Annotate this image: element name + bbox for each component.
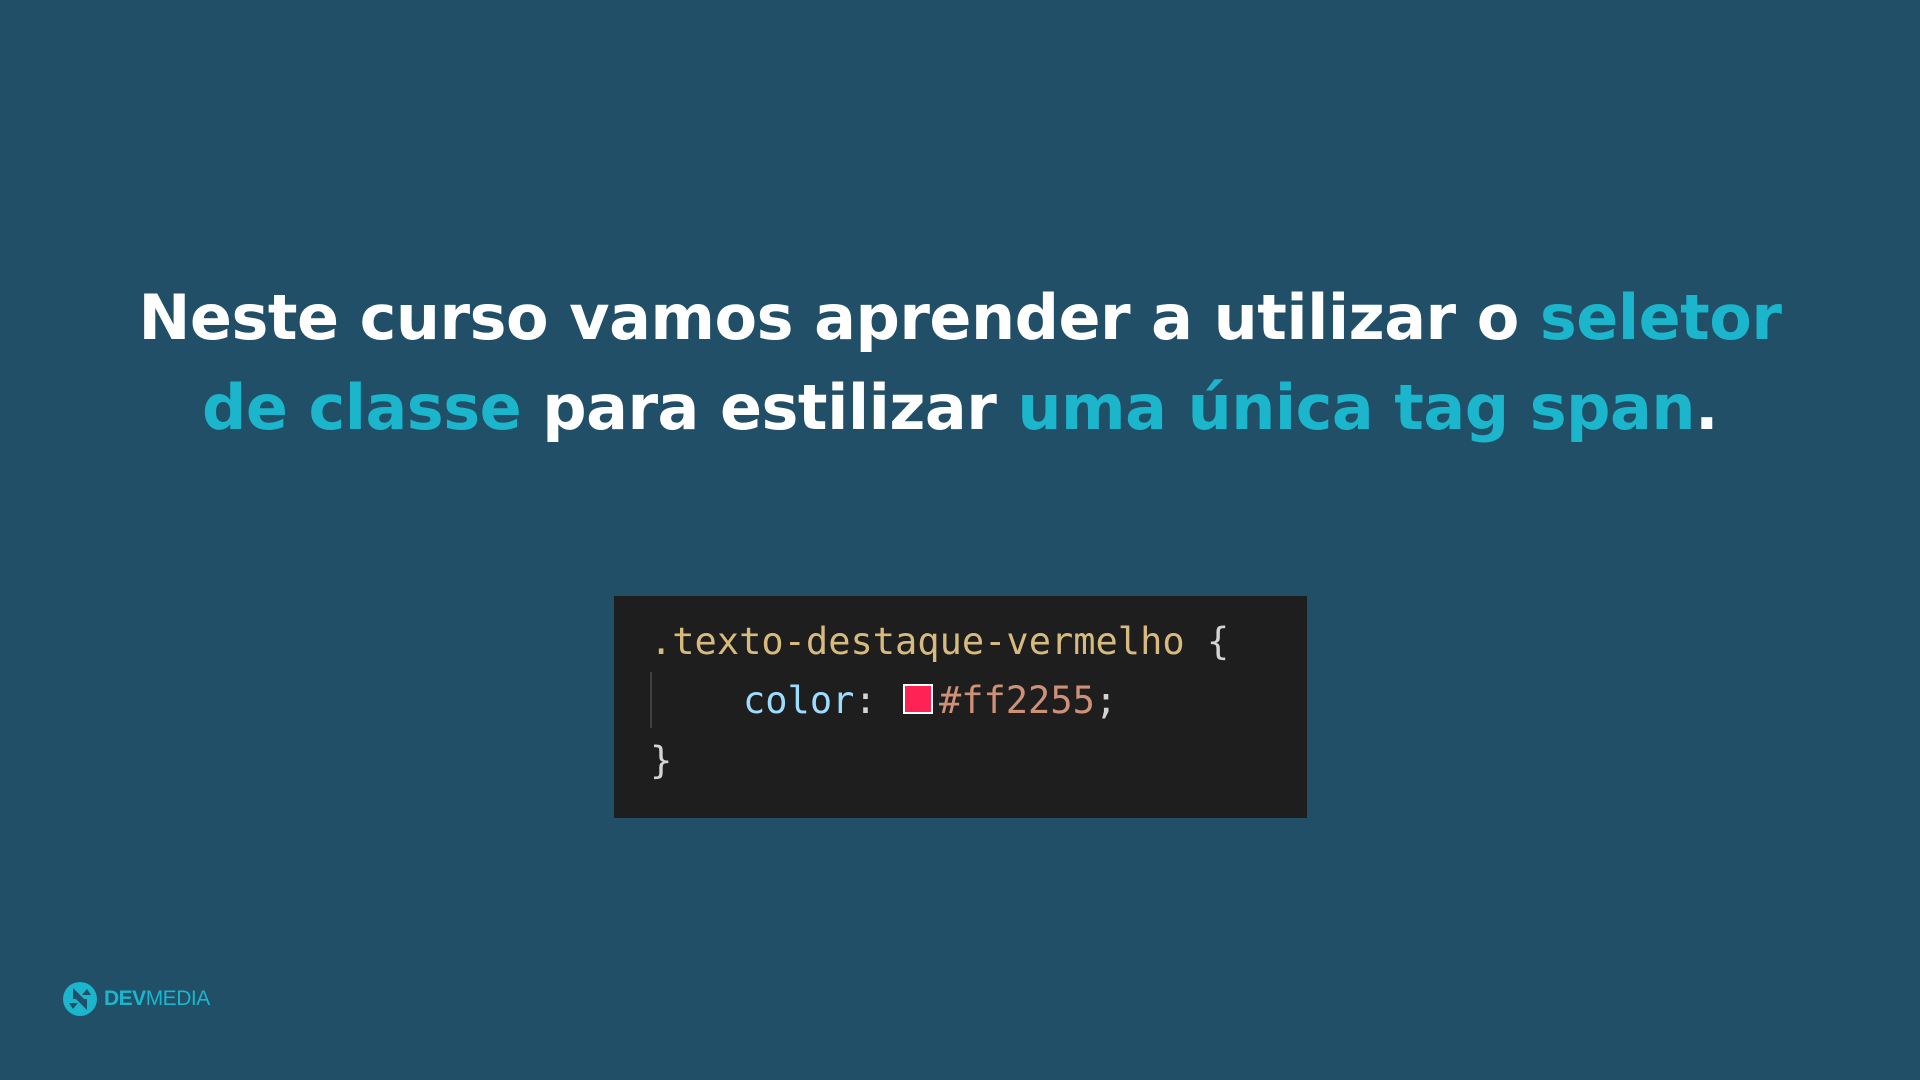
logo-text-light: MEDIA [145, 987, 211, 1010]
devmedia-logo: DEVMEDIA [62, 981, 210, 1017]
headline-line-1: Neste curso vamos aprender a utilizar o … [0, 273, 1920, 363]
logo-text: DEVMEDIA [104, 987, 210, 1011]
headline: Neste curso vamos aprender a utilizar o … [0, 273, 1920, 453]
code-line-close: } [650, 739, 672, 783]
logo-text-bold: DEV [104, 987, 146, 1010]
color-swatch-icon [902, 684, 933, 714]
css-property: color [743, 679, 855, 722]
open-brace: { [1184, 620, 1230, 663]
css-selector: .texto-destaque-vermelho [650, 620, 1185, 663]
code-line-selector: .texto-destaque-vermelho { [650, 620, 1229, 664]
colon: : [854, 679, 899, 722]
indent-guide [650, 672, 652, 728]
code-line-declaration: color: #ff2255; [743, 679, 1117, 723]
headline-text: Neste curso vamos aprender a utilizar o [138, 281, 1540, 354]
headline-highlight: de classe [201, 371, 522, 444]
css-value: #ff2255 [938, 679, 1095, 722]
code-snippet: .texto-destaque-vermelho { color: #ff225… [614, 596, 1307, 818]
headline-highlight: uma única tag span [1017, 371, 1695, 444]
close-brace: } [650, 739, 673, 782]
devmedia-logo-icon [63, 982, 97, 1016]
headline-line-2: de classe para estilizar uma única tag s… [0, 363, 1920, 453]
headline-text: para estilizar [521, 371, 1018, 444]
headline-highlight: seletor [1539, 281, 1782, 354]
headline-period: . [1694, 371, 1719, 444]
semicolon: ; [1094, 679, 1118, 722]
